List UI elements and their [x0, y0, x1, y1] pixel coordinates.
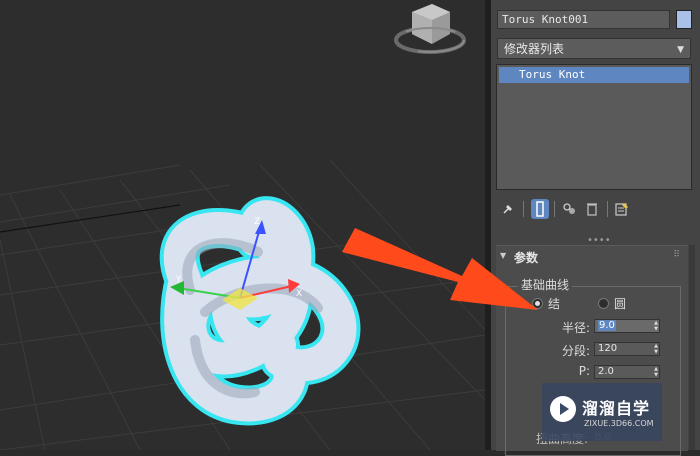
torus-knot-object[interactable] — [159, 196, 361, 426]
object-name-field[interactable]: Torus Knot001 — [497, 10, 670, 29]
spinner-arrows-icon[interactable]: ▲ ▼ — [654, 343, 658, 355]
svg-text:Z: Z — [254, 217, 260, 227]
rollout-header[interactable]: ▼ 参数 ⠿ — [496, 246, 688, 268]
spinner-arrows-icon[interactable]: ▲ ▼ — [654, 320, 658, 332]
drag-grip-icon[interactable]: ⠿ — [673, 250, 680, 260]
radio-circle-label: 圆 — [614, 297, 627, 311]
radio-knot-label: 结 — [548, 297, 561, 311]
viewport-canvas[interactable]: Y X Z — [0, 0, 485, 450]
radius-value: 9.0 — [598, 320, 616, 331]
make-unique-icon[interactable] — [561, 199, 579, 219]
chevron-down-icon: ▼ — [677, 45, 684, 55]
viewcube-icon[interactable] — [394, 4, 466, 54]
watermark-badge: 溜溜自学 ZIXUE.3D66.COM — [542, 383, 662, 441]
pin-stack-icon[interactable] — [499, 199, 517, 219]
toolbar-divider — [607, 201, 608, 217]
toolbar-divider — [523, 201, 524, 217]
segments-spinner[interactable]: 120 ▲ ▼ — [594, 342, 660, 356]
radius-spinner[interactable]: 9.0 ▲ ▼ — [594, 319, 660, 333]
svg-text:Y: Y — [175, 275, 182, 285]
show-end-result-icon[interactable] — [531, 199, 549, 219]
group-title: 基础曲线 — [518, 276, 573, 293]
watermark-url: ZIXUE.3D66.COM — [584, 419, 654, 428]
viewport-perspective[interactable]: Y X Z — [0, 0, 485, 450]
segments-value: 120 — [598, 343, 618, 354]
panel-scrollbar[interactable] — [689, 245, 695, 450]
configure-modifier-sets-icon[interactable] — [613, 199, 631, 219]
rollout-title: 参数 — [514, 251, 539, 265]
watermark-title: 溜溜自学 — [582, 399, 651, 418]
svg-text:X: X — [296, 289, 302, 299]
modifier-stack[interactable]: Torus Knot — [496, 64, 692, 190]
spinner-arrows-icon[interactable]: ▲ ▼ — [654, 366, 658, 378]
object-color-swatch[interactable] — [676, 10, 692, 29]
radius-label: 半径: — [561, 321, 590, 335]
stack-item-torus-knot[interactable]: Torus Knot — [499, 67, 689, 83]
stack-toolbar — [499, 199, 691, 219]
radio-circle[interactable] — [598, 298, 609, 309]
p-value: 2.0 — [598, 366, 614, 377]
segments-label: 分段: — [561, 344, 590, 358]
collapse-arrow-icon: ▼ — [500, 251, 507, 260]
p-label: P: — [578, 364, 590, 378]
p-spinner[interactable]: 2.0 ▲ ▼ — [594, 365, 660, 379]
radio-knot[interactable] — [532, 298, 543, 309]
modifier-list-dropdown[interactable]: 修改器列表 ▼ — [497, 38, 691, 59]
play-logo-icon — [550, 396, 576, 422]
modifier-list-label: 修改器列表 — [504, 42, 565, 56]
remove-modifier-icon[interactable] — [583, 199, 601, 219]
toolbar-divider — [554, 201, 555, 217]
